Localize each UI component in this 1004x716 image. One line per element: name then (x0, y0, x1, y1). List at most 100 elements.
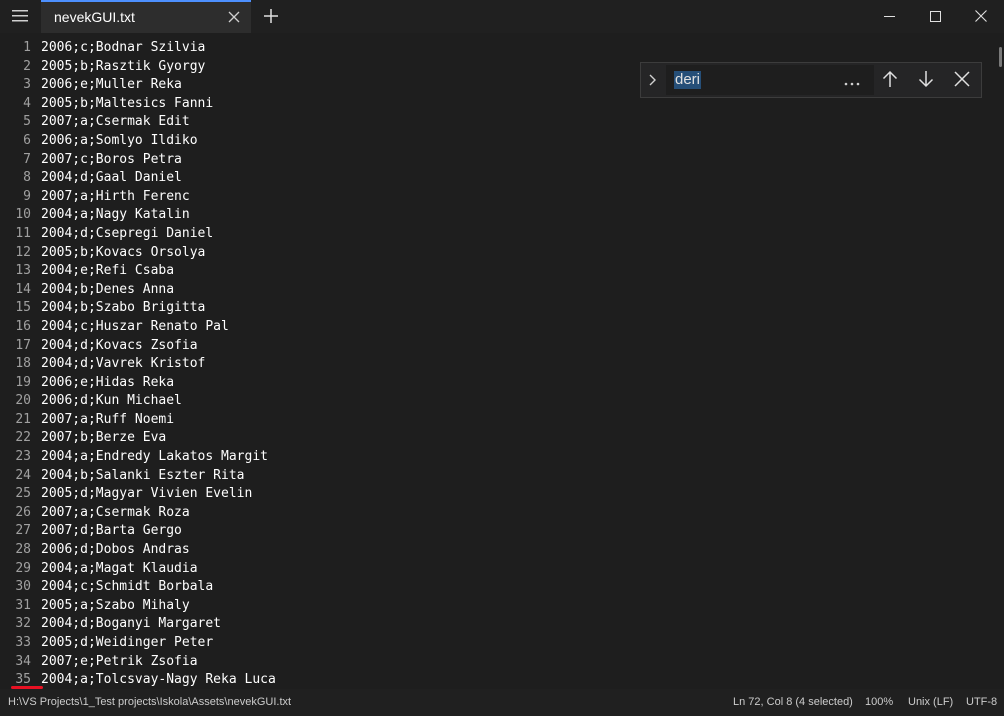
status-file-path: H:\VS Projects\1_Test projects\Iskola\As… (8, 696, 292, 708)
code-line[interactable]: 2007;a;Csermak Roza (41, 504, 276, 523)
new-tab-button[interactable] (258, 4, 284, 30)
code-line[interactable]: 2004;d;Csepregi Daniel (41, 225, 276, 244)
code-line[interactable]: 2004;d;Boganyi Margaret (41, 615, 276, 634)
line-number: 11 (15, 225, 31, 241)
code-line[interactable]: 2006;a;Somlyo Ildiko (41, 132, 276, 151)
code-line[interactable]: 2004;d;Kovacs Zsofia (41, 337, 276, 356)
code-line[interactable]: 2005;b;Maltesics Fanni (41, 95, 276, 114)
minimize-button[interactable] (866, 0, 912, 33)
code-line[interactable]: 2005;a;Szabo Mihaly (41, 597, 276, 616)
tab-close-button[interactable] (223, 6, 245, 28)
code-line[interactable]: 2007;b;Berze Eva (41, 429, 276, 448)
find-next-button[interactable] (911, 66, 941, 96)
code-line[interactable]: 2007;d;Barta Gergo (41, 522, 276, 541)
more-icon (844, 71, 860, 90)
line-number: 24 (15, 467, 31, 483)
code-line[interactable]: 2006;c;Bodnar Szilvia (41, 39, 276, 58)
find-query: deri (674, 71, 702, 89)
code-line[interactable]: 2007;a;Hirth Ferenc (41, 188, 276, 207)
minimize-icon (883, 7, 895, 26)
code-line[interactable]: 2007;a;Ruff Noemi (41, 411, 276, 430)
code-line[interactable]: 2006;d;Dobos Andras (41, 541, 276, 560)
code-line[interactable]: 2004;a;Endredy Lakatos Margit (41, 448, 276, 467)
title-bar: nevekGUI.txt (0, 0, 1004, 33)
hamburger-icon (12, 7, 28, 26)
line-number: 9 (23, 188, 31, 204)
close-icon (228, 8, 240, 27)
line-number: 27 (15, 523, 31, 539)
line-number: 32 (15, 616, 31, 632)
chevron-right-icon (649, 71, 657, 90)
code-line[interactable]: 2006;e;Muller Reka (41, 76, 276, 95)
line-number: 33 (15, 635, 31, 650)
maximize-button[interactable] (912, 0, 958, 33)
line-number: 22 (15, 430, 31, 446)
tab-nevekgui[interactable]: nevekGUI.txt (41, 0, 251, 33)
code-line[interactable]: 2005;b;Rasztik Gyorgy (41, 58, 276, 77)
find-close-button[interactable] (947, 66, 977, 96)
line-number-gutter: 1 2 3 4 5 6 7 8 9 10 11 12 13 14 15 16 17 18 19 20 21 22 23 24 2… (0, 39, 36, 689)
find-expand-toggle[interactable] (643, 66, 663, 94)
menu-button[interactable] (0, 0, 40, 33)
status-cursor-position[interactable]: Ln 72, Col 8 (4 selected) (733, 689, 853, 716)
line-number: 5 (23, 114, 31, 130)
line-number: 26 (15, 504, 31, 520)
line-number: 1 (23, 40, 31, 55)
status-line-ending[interactable]: Unix (LF) (908, 689, 953, 716)
line-number: 14 (15, 281, 31, 297)
line-number: 15 (15, 300, 31, 316)
code-line[interactable]: 2005;d;Magyar Vivien Evelin (41, 485, 276, 504)
code-line[interactable]: 2006;e;Hidas Reka (41, 374, 276, 393)
line-number: 7 (23, 151, 31, 167)
line-number: 12 (15, 244, 31, 260)
line-number: 4 (23, 95, 31, 111)
code-line[interactable]: 2004;a;Nagy Katalin (41, 206, 276, 225)
code-line[interactable]: 2004;c;Huszar Renato Pal (41, 318, 276, 337)
tab-title: nevekGUI.txt (54, 9, 135, 25)
code-line[interactable]: 2004;b;Denes Anna (41, 281, 276, 300)
close-icon (954, 71, 970, 91)
line-number: 10 (15, 207, 31, 223)
text-editor[interactable]: 1 2 3 4 5 6 7 8 9 10 11 12 13 14 15 16 17 18 19 20 21 22 23 24 2… (0, 33, 1004, 689)
line-number: 20 (15, 393, 31, 409)
code-line[interactable]: 2006;d;Kun Michael (41, 392, 276, 411)
code-line[interactable]: 2007;c;Boros Petra (41, 151, 276, 170)
line-number: 18 (15, 356, 31, 372)
code-line[interactable]: 2007;a;Csermak Edit (41, 113, 276, 132)
code-line[interactable]: 2005;b;Kovacs Orsolya (41, 244, 276, 263)
arrow-up-icon (882, 70, 898, 92)
line-number: 16 (15, 318, 31, 334)
code-line[interactable]: 2004;c;Schmidt Borbala (41, 578, 276, 597)
line-number: 6 (23, 132, 31, 148)
line-number: 8 (23, 170, 31, 186)
editor-content[interactable]: 2006;c;Bodnar Szilvia 2005;b;Rasztik Gyor… (41, 39, 276, 689)
line-number: 29 (15, 560, 31, 576)
line-number: 30 (15, 579, 31, 595)
maximize-icon (929, 7, 941, 26)
status-encoding[interactable]: UTF-8 (966, 689, 997, 716)
find-previous-button[interactable] (875, 66, 905, 96)
code-line[interactable]: 2004;b;Salanki Eszter Rita (41, 467, 276, 486)
status-bar: H:\VS Projects\1_Test projects\Iskola\As… (0, 689, 1004, 716)
code-line[interactable]: 2004;b;Szabo Brigitta (41, 299, 276, 318)
code-line[interactable]: 2007;e;Petrik Zsofia (41, 653, 276, 672)
line-number: 19 (15, 374, 31, 390)
scrollbar-thumb[interactable] (999, 47, 1002, 67)
find-options-button[interactable] (839, 68, 865, 92)
code-line[interactable]: 2004;e;Refi Csaba (41, 262, 276, 281)
line-number: 13 (15, 263, 31, 279)
find-panel: deri (640, 62, 982, 98)
code-line[interactable]: 2004;d;Vavrek Kristof (41, 355, 276, 374)
code-line[interactable]: 2005;d;Weidinger Peter (41, 634, 276, 653)
code-line[interactable]: 2004;d;Gaal Daniel (41, 169, 276, 188)
code-line[interactable]: 2004;a;Magat Klaudia (41, 560, 276, 579)
line-number: 31 (15, 597, 31, 613)
line-number: 25 (15, 486, 31, 502)
close-window-button[interactable] (958, 0, 1004, 33)
status-zoom[interactable]: 100% (865, 689, 893, 716)
code-line[interactable]: 2004;a;Tolcsvay-Nagy Reka Luca (41, 671, 276, 689)
close-icon (975, 7, 987, 26)
plus-icon (264, 8, 278, 27)
line-number: 34 (15, 653, 31, 669)
arrow-down-icon (918, 70, 934, 92)
